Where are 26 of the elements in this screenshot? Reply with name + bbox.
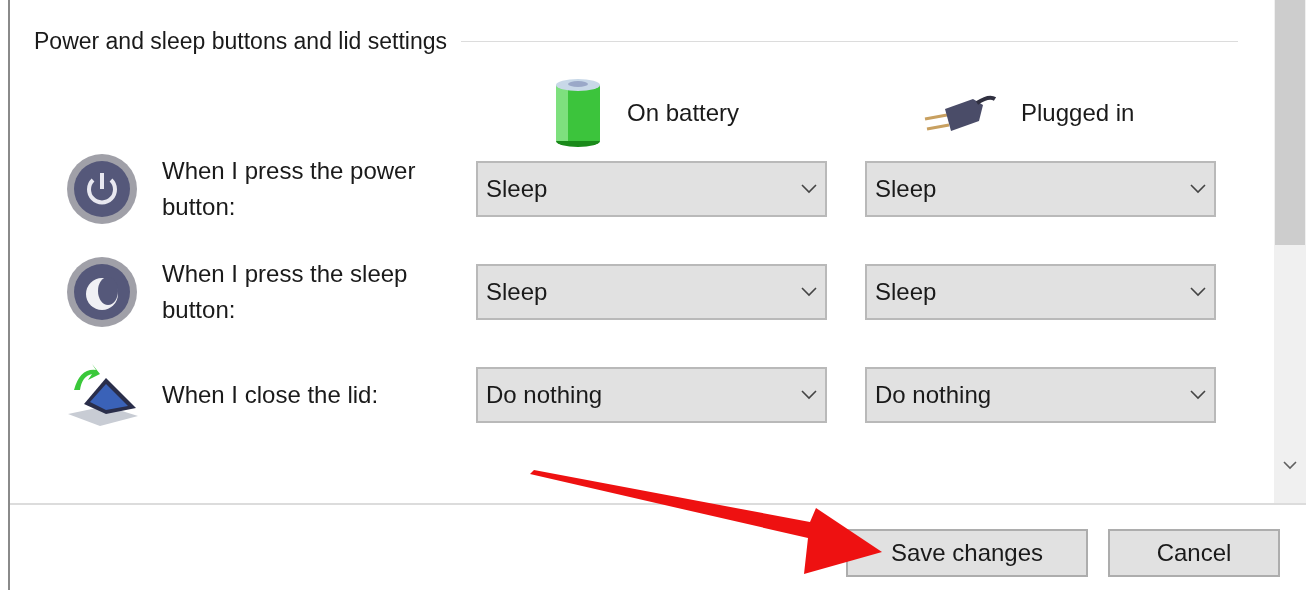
chevron-down-icon: [801, 286, 817, 297]
column-header: On battery: [627, 97, 740, 128]
setting-label: When I close the lid:: [162, 379, 380, 410]
chevron-down-icon: [1190, 183, 1206, 194]
dropdown[interactable]: Sleep: [865, 263, 1216, 320]
setting-label: When I press the power button:: [162, 155, 417, 222]
chevron-down-icon: [1190, 286, 1206, 297]
chevron-down-icon: [801, 183, 817, 194]
moon-icon: [66, 255, 138, 328]
chevron-down-icon: [1190, 389, 1206, 400]
dropdown[interactable]: Do nothing: [865, 366, 1216, 423]
battery-icon: [553, 76, 603, 149]
scroll-down-icon[interactable]: [1283, 460, 1297, 470]
dialog-button[interactable]: Cancel: [1108, 529, 1280, 577]
chevron-down-icon: [801, 389, 817, 400]
column-header: Plugged in: [1021, 97, 1135, 128]
dropdown[interactable]: Sleep: [476, 160, 827, 217]
dialog-button[interactable]: Save changes: [846, 529, 1088, 577]
scrollbar-thumb[interactable]: [1275, 0, 1305, 245]
scrollbar[interactable]: [1274, 0, 1306, 503]
dropdown[interactable]: Sleep: [865, 160, 1216, 217]
dropdown[interactable]: Do nothing: [476, 366, 827, 423]
power-icon: [66, 152, 138, 225]
setting-label: When I press the sleep button:: [162, 258, 409, 325]
dropdown[interactable]: Sleep: [476, 263, 827, 320]
group-title: Power and sleep buttons and lid settings: [34, 27, 447, 56]
